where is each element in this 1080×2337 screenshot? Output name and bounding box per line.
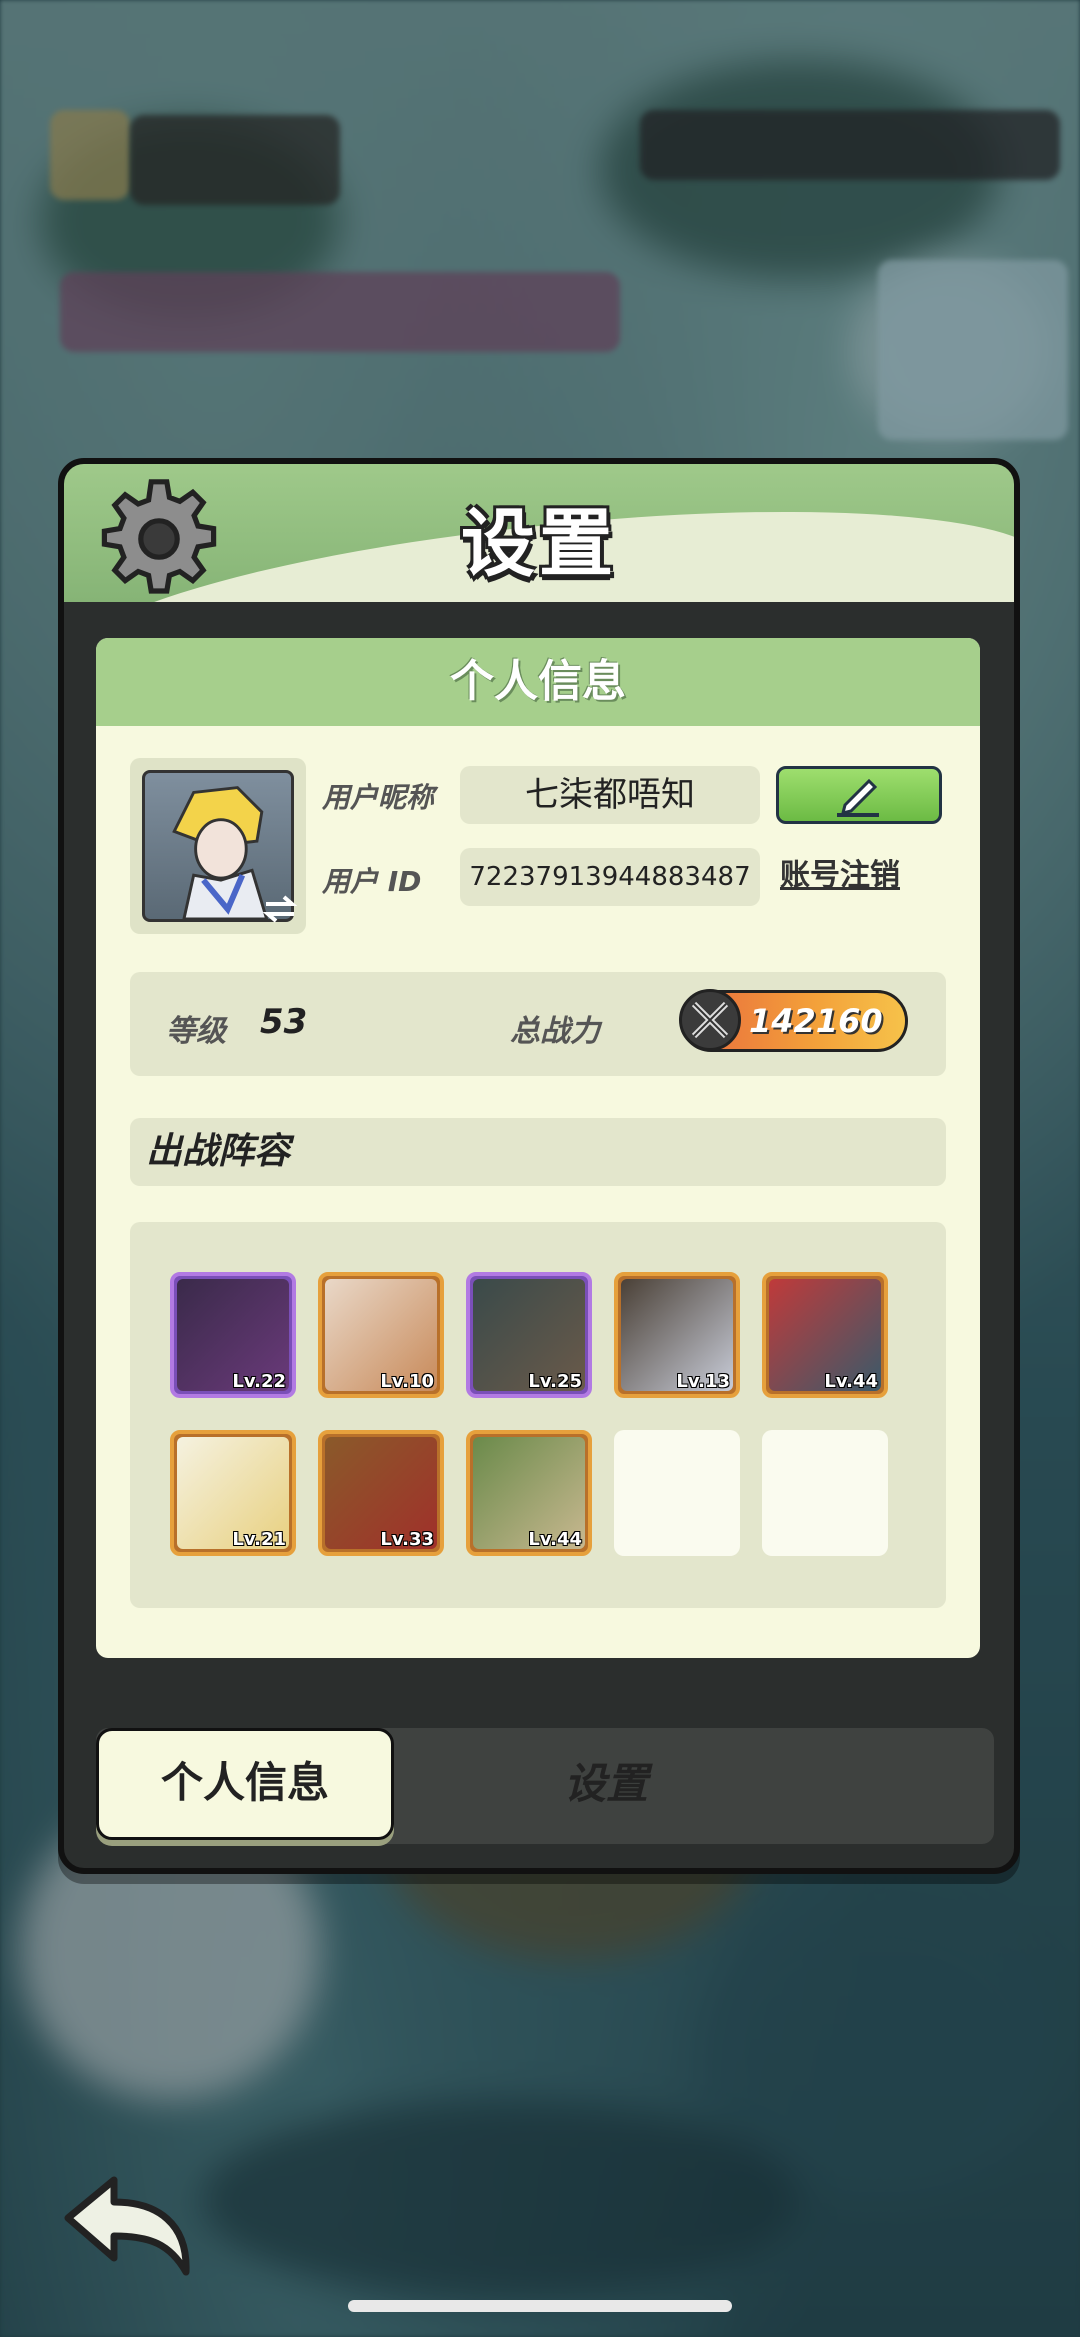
hero-level: Lv.44 [528, 1529, 582, 1550]
settings-panel: 设置 个人信息 用户昵称 七柒都唔知 用户 ID 722379139448834… [58, 458, 1020, 1874]
home-indicator[interactable] [348, 2300, 732, 2312]
level-label: 等级 [166, 1014, 226, 1049]
user-id-label: 用户 ID [322, 865, 422, 898]
lineup-header: 出战阵容 [130, 1118, 946, 1186]
power-label: 总战力 [510, 1014, 600, 1049]
hero-slot-empty[interactable] [762, 1430, 888, 1556]
lineup-grid: Lv.22 Lv.10 Lv.25 Lv.13 Lv.44 Lv.21 Lv.3… [130, 1222, 946, 1608]
crossed-swords-icon [679, 989, 741, 1051]
hero-level: Lv.10 [380, 1371, 434, 1392]
tab-settings[interactable]: 设置 [456, 1728, 756, 1840]
hero-level: Lv.44 [824, 1371, 878, 1392]
level-value: 53 [260, 1002, 308, 1042]
back-arrow-icon[interactable] [58, 2172, 198, 2282]
swap-icon [262, 895, 298, 923]
hero-level: Lv.25 [528, 1371, 582, 1392]
tab-bar: 个人信息 设置 [96, 1728, 994, 1844]
cancel-account-link[interactable]: 账号注销 [780, 850, 900, 894]
user-id-value: 7223791394488348​7 [460, 848, 760, 906]
stats-bar: 等级 53 总战力 142160 [130, 972, 946, 1076]
nickname-value: 七柒都唔知 [460, 766, 760, 824]
edit-nickname-button[interactable] [776, 766, 942, 824]
hero-slot-5[interactable]: Lv.44 [762, 1272, 888, 1398]
power-badge: 142160 [679, 989, 908, 1052]
hero-slot-7[interactable]: Lv.33 [318, 1430, 444, 1556]
hero-level: Lv.13 [676, 1371, 730, 1392]
hero-slot-3[interactable]: Lv.25 [466, 1272, 592, 1398]
pencil-icon [837, 778, 879, 817]
hero-level: Lv.33 [380, 1529, 434, 1550]
panel-header: 设置 [64, 464, 1014, 602]
profile-header: 个人信息 [96, 638, 980, 726]
tab-profile[interactable]: 个人信息 [96, 1728, 394, 1840]
hero-slot-2[interactable]: Lv.10 [318, 1272, 444, 1398]
hero-level: Lv.21 [232, 1529, 286, 1550]
hero-level: Lv.22 [232, 1371, 286, 1392]
panel-title: 设置 [461, 501, 617, 587]
hero-slot-4[interactable]: Lv.13 [614, 1272, 740, 1398]
hero-slot-empty[interactable] [614, 1430, 740, 1556]
avatar-frame[interactable] [130, 758, 306, 934]
hero-slot-1[interactable]: Lv.22 [170, 1272, 296, 1398]
hero-slot-8[interactable]: Lv.44 [466, 1430, 592, 1556]
nickname-label: 用户昵称 [322, 781, 435, 814]
power-value: 142160 [749, 1002, 883, 1040]
profile-card: 个人信息 用户昵称 七柒都唔知 用户 ID 72237913 [96, 638, 980, 1658]
hero-slot-6[interactable]: Lv.21 [170, 1430, 296, 1556]
